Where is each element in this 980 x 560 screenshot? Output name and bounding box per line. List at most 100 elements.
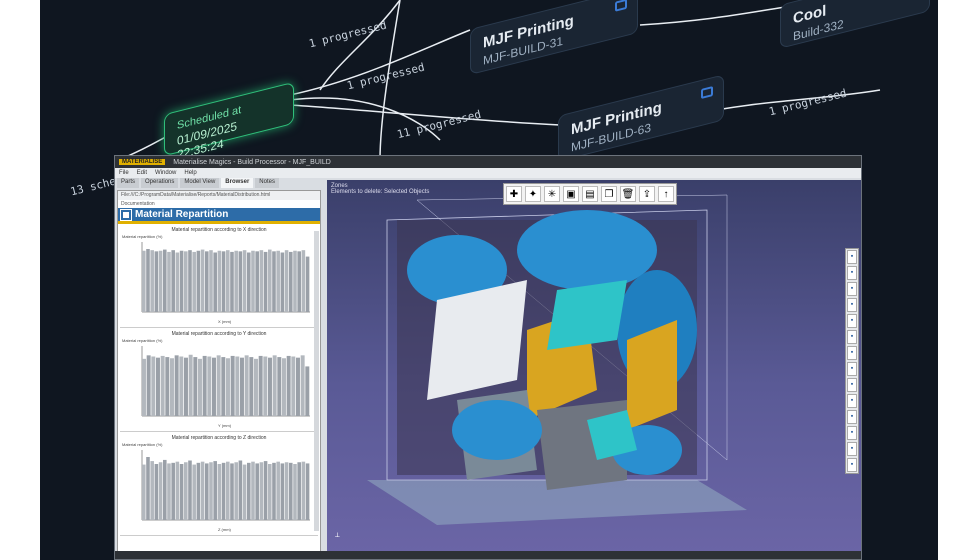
bar xyxy=(167,463,171,520)
bar xyxy=(240,357,244,416)
bar xyxy=(205,463,209,520)
3d-viewport[interactable]: Zones Elements to delete: Selected Objec… xyxy=(327,180,861,554)
delete-label: Elements to delete: Selected Objects xyxy=(331,189,430,195)
bar xyxy=(258,355,263,416)
bar xyxy=(207,356,212,416)
view-tool-icon[interactable]: ▪ xyxy=(847,378,857,392)
edge-label: 13 sche xyxy=(69,174,118,199)
y-axis-label: Material repartition (%) xyxy=(122,234,163,239)
bar xyxy=(242,464,247,520)
bar xyxy=(198,358,202,416)
view-tool-icon[interactable]: ▪ xyxy=(847,394,857,408)
trash-icon[interactable]: 🗑 xyxy=(620,186,636,202)
chart-x: Material repartition according to X dire… xyxy=(120,224,318,328)
bar xyxy=(293,250,297,312)
bar xyxy=(142,250,146,312)
x-axis-label: Z (mm) xyxy=(218,527,232,532)
tab-notes[interactable]: Notes xyxy=(255,178,279,188)
bar xyxy=(235,356,240,416)
export-icon[interactable]: ⇪ xyxy=(639,186,655,202)
bar xyxy=(196,250,201,312)
bar-icon[interactable]: ▤ xyxy=(582,186,598,202)
bar xyxy=(179,356,184,416)
tab-operations[interactable]: Operations xyxy=(141,178,179,188)
bar xyxy=(230,355,235,416)
copy-icon[interactable]: ❐ xyxy=(601,186,617,202)
bar xyxy=(291,356,296,416)
bar xyxy=(263,356,268,416)
bar xyxy=(188,354,193,416)
menu-edit[interactable]: Edit xyxy=(137,170,147,176)
bar xyxy=(280,463,285,520)
path-bar[interactable]: File:///C:/ProgramData/Materialise/Repor… xyxy=(118,191,320,200)
chart-z-svg: Material repartition (%) Z (mm) xyxy=(122,442,310,532)
menu-help[interactable]: Help xyxy=(184,170,196,176)
tab-model-view[interactable]: Model View xyxy=(180,178,220,188)
sparkle-icon[interactable]: ✳ xyxy=(544,186,560,202)
bar xyxy=(209,462,213,520)
menu-window[interactable]: Window xyxy=(155,170,176,176)
view-tool-icon[interactable]: ▪ xyxy=(847,266,857,280)
panel-tabs: Parts Operations Model View Browser Note… xyxy=(115,178,325,188)
bar xyxy=(297,462,301,520)
bar xyxy=(156,357,160,416)
bar xyxy=(192,251,196,312)
view-tool-icon[interactable]: ▪ xyxy=(847,346,857,360)
bar xyxy=(150,250,154,312)
view-tool-icon[interactable]: ▪ xyxy=(847,362,857,376)
view-tool-icon[interactable]: ▪ xyxy=(847,250,857,264)
bar xyxy=(202,355,207,416)
bar xyxy=(188,460,192,520)
bar xyxy=(280,252,285,312)
cross-icon[interactable]: ✚ xyxy=(506,186,522,202)
bar xyxy=(221,462,226,520)
bar xyxy=(230,463,234,520)
bar xyxy=(244,355,249,416)
magics-window: MATERIALISE Materialise Magics - Build P… xyxy=(114,155,862,560)
bar xyxy=(154,251,159,312)
bar xyxy=(286,355,291,416)
bar xyxy=(174,355,179,416)
view-tool-icon[interactable]: ▪ xyxy=(847,298,857,312)
bar xyxy=(142,358,146,416)
vertical-scrollbar[interactable] xyxy=(314,231,319,531)
bar xyxy=(171,250,175,312)
bar xyxy=(167,251,171,312)
bar xyxy=(151,356,156,416)
box-icon[interactable]: ▣ xyxy=(563,186,579,202)
arrow-up-icon[interactable]: ↑ xyxy=(658,186,674,202)
chart-y: Material repartition according to Y dire… xyxy=(120,328,318,432)
view-tool-icon[interactable]: ▪ xyxy=(847,282,857,296)
x-axis-label: Y (mm) xyxy=(218,423,232,428)
tab-browser[interactable]: Browser xyxy=(221,178,254,188)
bar xyxy=(154,464,159,520)
tab-parts[interactable]: Parts xyxy=(117,178,140,188)
view-tool-icon[interactable]: ▪ xyxy=(847,426,857,440)
bar xyxy=(193,357,198,416)
bar xyxy=(216,355,221,416)
chart-x-svg: Material repartition (%) X (mm) xyxy=(122,234,310,324)
bar xyxy=(301,250,306,312)
view-tool-icon[interactable]: ▪ xyxy=(847,330,857,344)
bar xyxy=(158,250,163,312)
menu-file[interactable]: File xyxy=(119,170,129,176)
bar xyxy=(226,250,230,312)
view-tool-icon[interactable]: ▪ xyxy=(847,314,857,328)
view-tool-icon[interactable]: ▪ xyxy=(847,410,857,424)
view-tool-icon[interactable]: ▪ xyxy=(847,442,857,456)
report-title: Material Repartition xyxy=(135,209,229,220)
brand-logo: MATERIALISE xyxy=(119,159,166,165)
bar xyxy=(282,358,286,416)
bar xyxy=(255,251,259,312)
bar xyxy=(272,251,276,312)
bar xyxy=(249,357,254,416)
bar xyxy=(221,357,226,416)
calendar-icon xyxy=(615,0,627,12)
bar xyxy=(238,460,243,520)
bar xyxy=(226,461,230,520)
bar xyxy=(251,250,255,312)
bar xyxy=(171,462,175,520)
view-tool-icon[interactable]: ▪ xyxy=(847,458,857,472)
bar xyxy=(247,462,251,520)
fire-icon[interactable]: ✦ xyxy=(525,186,541,202)
